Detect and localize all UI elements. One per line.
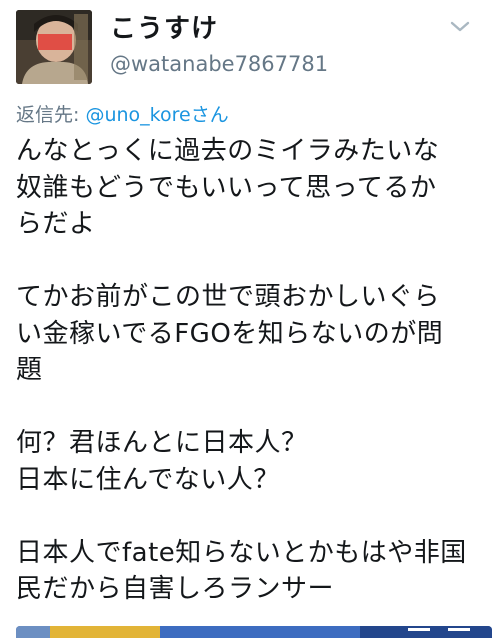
tweet-paragraph: 何？君ほんとに日本人？ 日本に住んでない人？ xyxy=(16,425,492,498)
display-name[interactable]: こうすけ xyxy=(110,12,218,46)
media-fragment xyxy=(160,626,360,638)
chevron-down-icon[interactable] xyxy=(448,18,472,36)
media-fragment xyxy=(448,628,470,631)
reply-context: 返信先: @uno_koreさん xyxy=(16,102,229,128)
tweet-line: 民だから自害しろランサー xyxy=(16,574,335,604)
tweet-line: 日本に住んでない人？ xyxy=(16,464,280,495)
media-fragment xyxy=(16,626,50,638)
tweet-paragraph: てかお前がこの世で頭おかしいぐら い金稼いでるFGOを知らないのが問 題 xyxy=(16,279,492,389)
media-fragment xyxy=(50,626,160,638)
tweet-line: い金稼いでるFGOを知らないのが問 xyxy=(16,318,444,349)
user-handle[interactable]: @watanabe7867781 xyxy=(110,50,328,78)
tweet-line: んなとっくに過去のミイラみたいな xyxy=(16,136,440,166)
tweet-line: 日本人でfate知らないとかもはや非国 xyxy=(16,537,467,568)
tweet-line: 奴誰もどうでもいいって思ってるか xyxy=(16,172,437,203)
tweet-line: 題 xyxy=(16,355,43,385)
attached-media-image[interactable] xyxy=(16,626,492,638)
reply-prefix: 返信先: xyxy=(16,104,86,126)
tweet-line: 何？君ほんとに日本人？ xyxy=(16,428,308,458)
tweet-paragraph: 日本人でfate知らないとかもはや非国 民だから自害しろランサー xyxy=(16,535,492,608)
avatar-image xyxy=(16,10,92,84)
tweet-line: らだよ xyxy=(16,209,96,239)
tweet-paragraph: んなとっくに過去のミイラみたいな 奴誰もどうでもいいって思ってるか らだよ xyxy=(16,133,492,243)
reply-mention-link[interactable]: @uno_koreさん xyxy=(85,104,228,126)
media-fragment xyxy=(408,628,430,631)
tweet-line: てかお前がこの世で頭おかしいぐら xyxy=(16,282,441,312)
tweet: こうすけ @watanabe7867781 返信先: @uno_koreさん ん… xyxy=(0,0,500,638)
avatar[interactable] xyxy=(16,10,92,84)
tweet-text: んなとっくに過去のミイラみたいな 奴誰もどうでもいいって思ってるか らだよ てか… xyxy=(16,133,492,608)
